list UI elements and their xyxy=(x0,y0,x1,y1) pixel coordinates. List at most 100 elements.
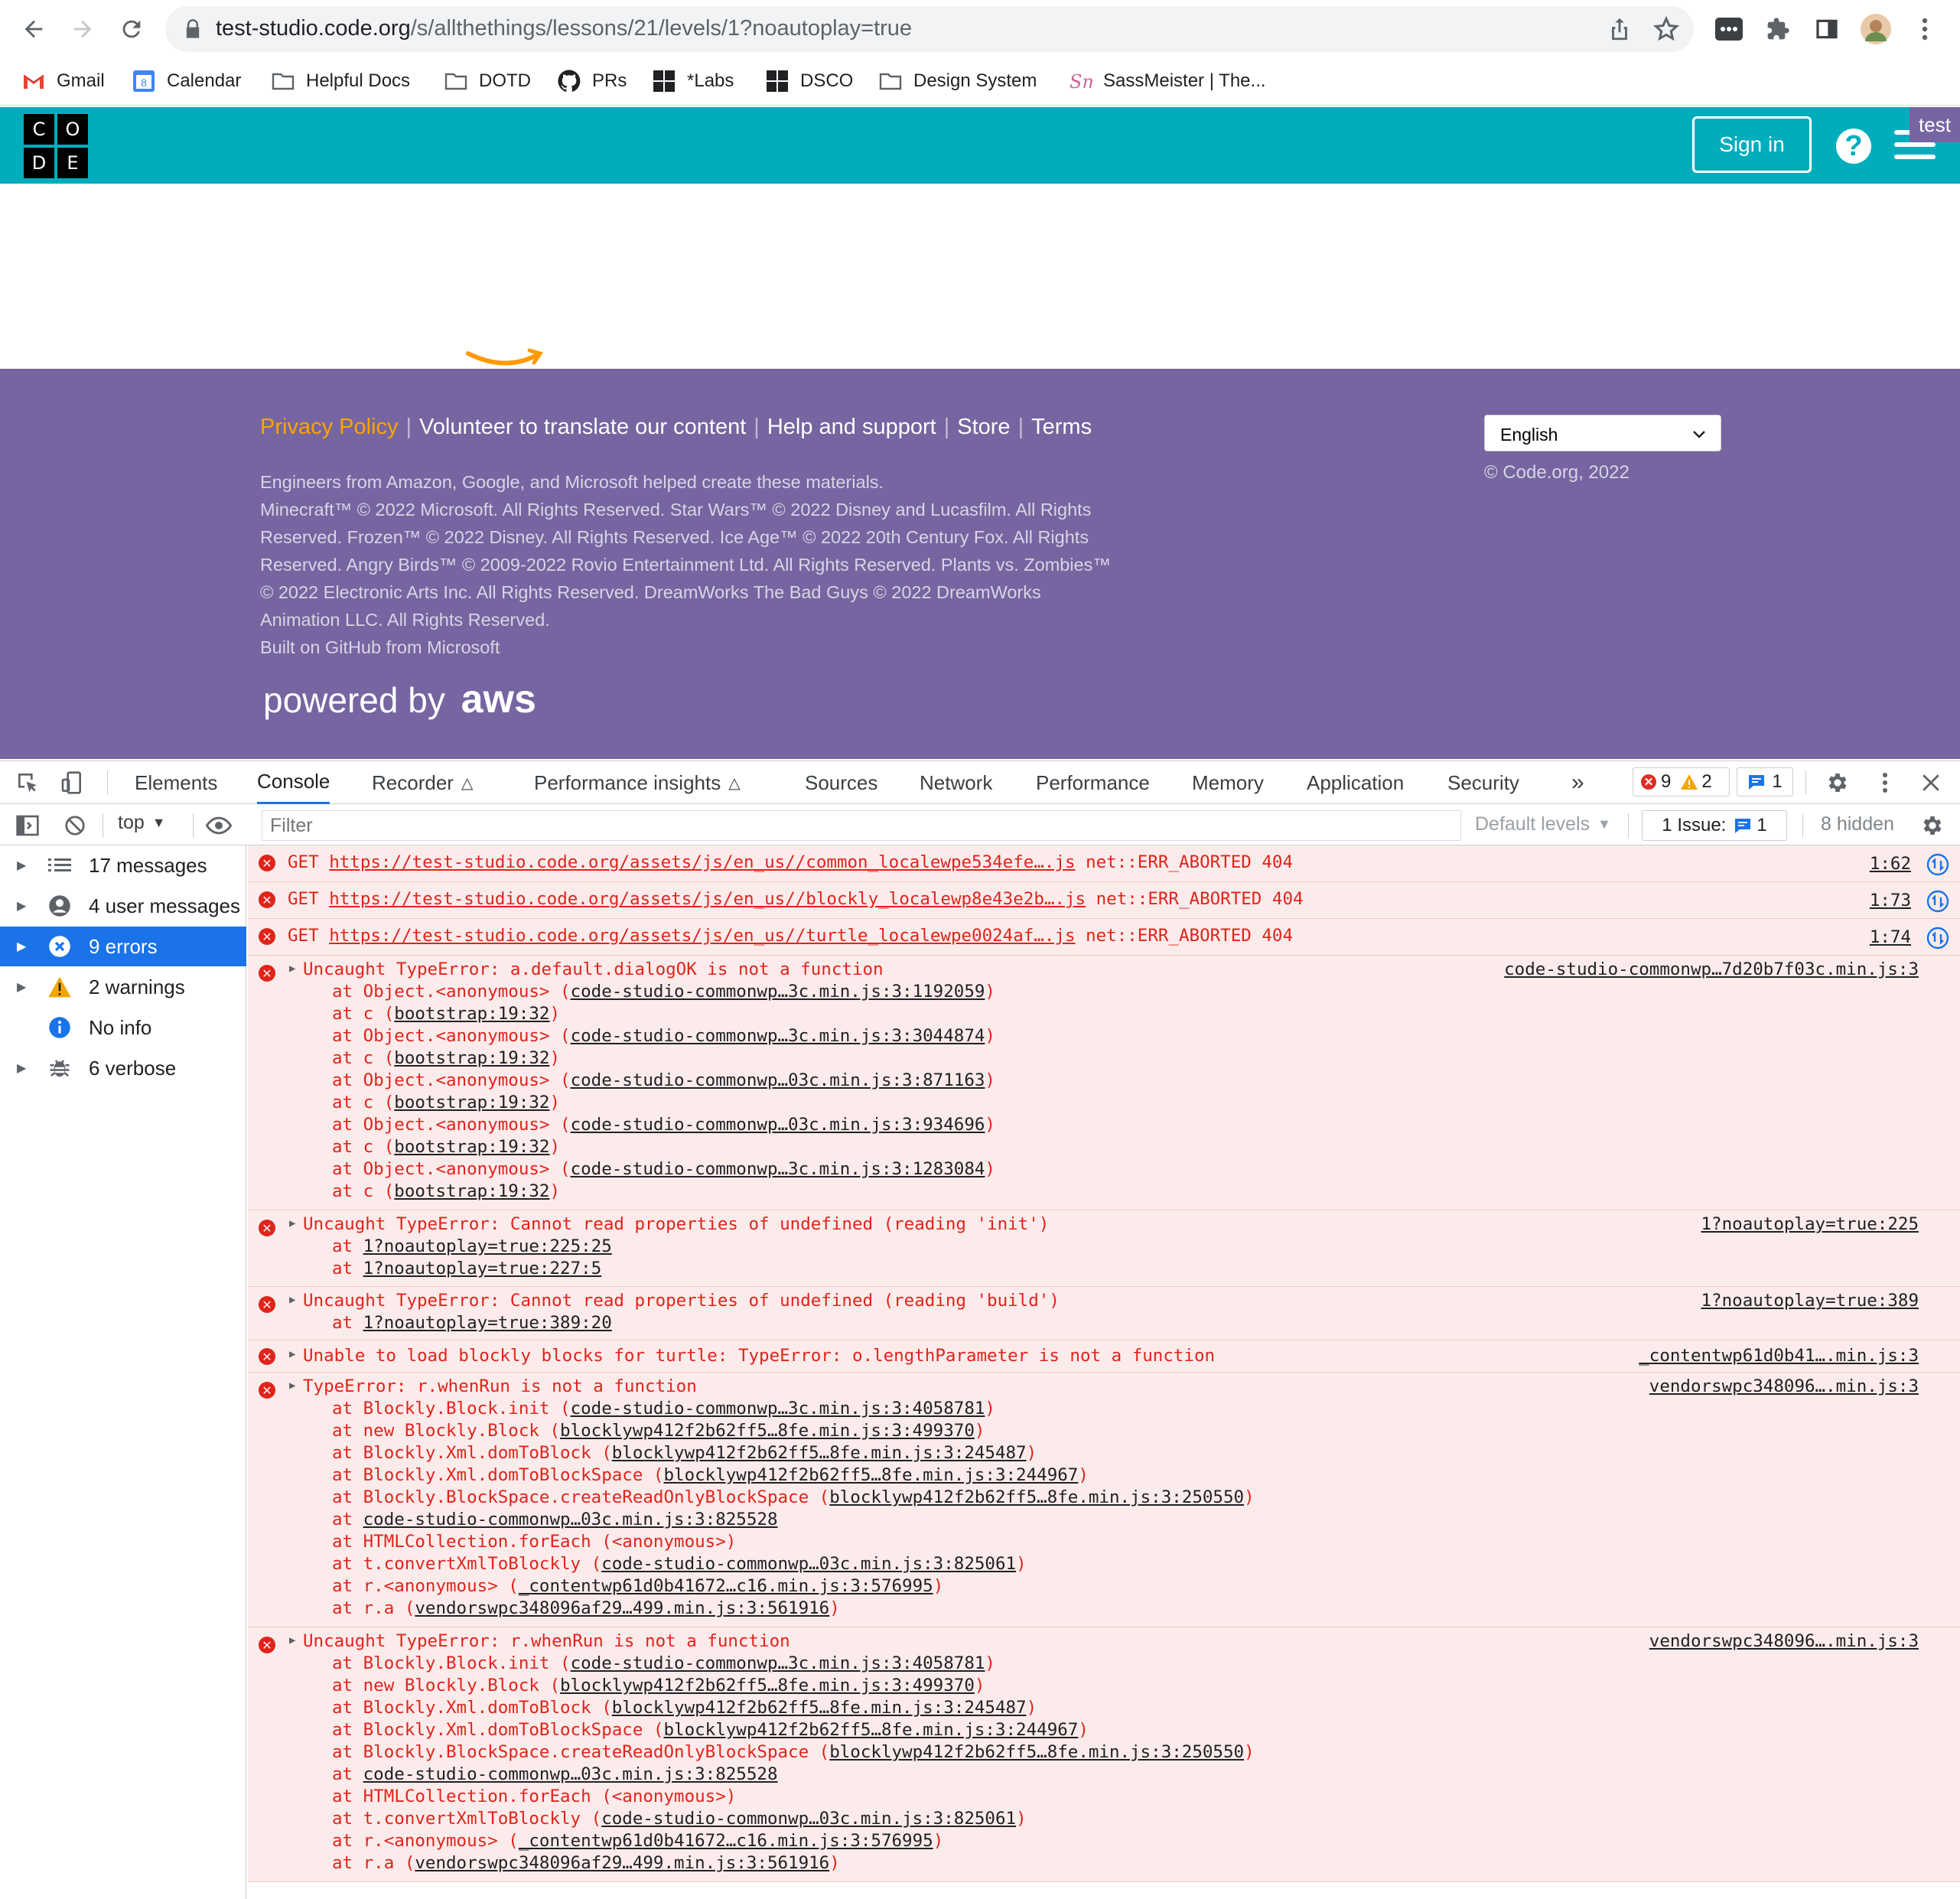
help-support-link[interactable]: Help and support xyxy=(767,415,936,439)
network-panel-icon[interactable] xyxy=(1926,853,1949,876)
sidebar-item-errors[interactable]: ▶ 9 errors xyxy=(0,927,246,966)
stack-source-link[interactable]: code-studio-commonwp…3c.min.js:3:4058781 xyxy=(571,1653,985,1673)
tab-elements[interactable]: Elements xyxy=(135,761,217,804)
console-error-row[interactable]: ✕ ▶ Uncaught TypeError: r.whenRun is not… xyxy=(248,1627,1960,1882)
source-link[interactable]: 1:62 xyxy=(1870,853,1911,875)
network-panel-icon[interactable] xyxy=(1926,890,1949,913)
sidebar-item-messages[interactable]: ▶ 17 messages xyxy=(0,845,246,885)
sidebar-toggle-icon[interactable] xyxy=(14,812,41,839)
store-link[interactable]: Store xyxy=(957,415,1010,439)
bookmark-labs[interactable]: *Labs xyxy=(652,66,734,96)
stack-source-link[interactable]: code-studio-commonwp…03c.min.js:3:825061 xyxy=(601,1554,1016,1574)
request-url-link[interactable]: https://test-studio.code.org/assets/js/e… xyxy=(329,926,1075,946)
source-link[interactable]: _contentwp61d0b41….min.js:3 xyxy=(1639,1345,1919,1367)
stack-source-link[interactable]: blocklywp412f2b62ff5…8fe.min.js:3:245487 xyxy=(612,1443,1027,1463)
terms-link[interactable]: Terms xyxy=(1031,415,1092,439)
source-link[interactable]: 1:74 xyxy=(1870,927,1911,949)
stack-source-link[interactable]: vendorswpc348096af29…499.min.js:3:561916 xyxy=(415,1598,829,1618)
console-error-row[interactable]: ✕ ▶ Uncaught TypeError: Cannot read prop… xyxy=(248,1287,1960,1340)
address-bar[interactable]: test-studio.code.org/s/allthethings/less… xyxy=(165,6,1694,52)
password-manager-icon[interactable] xyxy=(1714,14,1744,44)
expand-triangle-icon[interactable]: ▶ xyxy=(289,1634,295,1647)
source-link[interactable]: 1:73 xyxy=(1870,890,1911,912)
stack-source-link[interactable]: 1?noautoplay=true:389:20 xyxy=(363,1313,612,1333)
expand-triangle-icon[interactable]: ▶ xyxy=(289,1294,295,1306)
console-error-row[interactable]: ✕ ▶ Uncaught TypeError: Cannot read prop… xyxy=(248,1210,1960,1287)
stack-source-link[interactable]: code-studio-commonwp…03c.min.js:3:871163 xyxy=(571,1070,985,1090)
stack-source-link[interactable]: blocklywp412f2b62ff5…8fe.min.js:3:250550 xyxy=(829,1487,1244,1507)
stack-source-link[interactable]: code-studio-commonwp…3c.min.js:3:4058781 xyxy=(571,1399,985,1419)
tab-sources[interactable]: Sources xyxy=(805,761,877,804)
bookmark-dsco[interactable]: DSCO xyxy=(765,66,853,96)
sidebar-item-info[interactable]: No info xyxy=(0,1008,246,1047)
stack-source-link[interactable]: bootstrap:19:32 xyxy=(394,1093,549,1112)
source-link[interactable]: vendorswpc348096….min.js:3 xyxy=(1649,1376,1919,1398)
tab-network[interactable]: Network xyxy=(920,761,992,804)
stack-source-link[interactable]: vendorswpc348096af29…499.min.js:3:561916 xyxy=(415,1853,829,1873)
source-link[interactable]: 1?noautoplay=true:389 xyxy=(1701,1290,1919,1312)
console-error-row[interactable]: ✕ ▶ Unable to load blockly blocks for tu… xyxy=(248,1340,1960,1373)
stack-source-link[interactable]: code-studio-commonwp…03c.min.js:3:825528 xyxy=(363,1510,778,1529)
bookmark-prs[interactable]: PRs xyxy=(557,66,627,96)
tab-security[interactable]: Security xyxy=(1447,761,1519,804)
stack-source-link[interactable]: bootstrap:19:32 xyxy=(394,1004,549,1024)
context-select[interactable]: top ▼ xyxy=(118,812,166,834)
stack-source-link[interactable]: bootstrap:19:32 xyxy=(394,1181,549,1201)
console-error-row[interactable]: ✕ GET https://test-studio.code.org/asset… xyxy=(248,882,1960,919)
stack-source-link[interactable]: code-studio-commonwp…3c.min.js:3:1283084 xyxy=(571,1159,985,1179)
customize-menu-icon[interactable] xyxy=(1871,769,1899,796)
clear-console-icon[interactable] xyxy=(61,812,89,839)
console-error-row[interactable]: ✕ ▶ Uncaught TypeError: a.default.dialog… xyxy=(248,956,1960,1210)
stack-source-link[interactable]: blocklywp412f2b62ff5…8fe.min.js:3:244967 xyxy=(663,1720,1078,1740)
help-icon[interactable]: ? xyxy=(1836,129,1871,164)
stack-source-link[interactable]: bootstrap:19:32 xyxy=(394,1137,549,1157)
log-levels-select[interactable]: Default levels ▼ xyxy=(1475,813,1611,835)
more-tabs-button[interactable]: » xyxy=(1571,761,1584,804)
stack-source-link[interactable]: code-studio-commonwp…03c.min.js:3:934696 xyxy=(571,1115,985,1135)
stack-source-link[interactable]: blocklywp412f2b62ff5…8fe.min.js:3:499370 xyxy=(560,1676,975,1695)
share-icon[interactable] xyxy=(1607,16,1633,42)
filter-input[interactable] xyxy=(262,810,1461,841)
expand-triangle-icon[interactable]: ▶ xyxy=(289,1379,295,1392)
extensions-icon[interactable] xyxy=(1763,14,1793,44)
source-link[interactable]: vendorswpc348096….min.js:3 xyxy=(1649,1630,1919,1653)
forward-button[interactable] xyxy=(64,11,101,47)
network-panel-icon[interactable] xyxy=(1926,927,1949,949)
star-icon[interactable] xyxy=(1652,15,1680,43)
stack-source-link[interactable]: code-studio-commonwp…3c.min.js:3:3044874 xyxy=(571,1026,985,1046)
tab-performance-insights[interactable]: Performance insights △ xyxy=(534,761,741,804)
console-settings-gear-icon[interactable] xyxy=(1919,812,1946,839)
error-warning-counter[interactable]: ✕ 9 2 xyxy=(1633,767,1730,796)
source-link[interactable]: code-studio-commonwp…7d20b7f03c.min.js:3 xyxy=(1504,959,1919,981)
language-select[interactable]: English xyxy=(1484,415,1721,451)
browser-menu-icon[interactable] xyxy=(1910,14,1940,44)
bookmark-sassmeister[interactable]: Sm SassMeister | The... xyxy=(1068,66,1266,96)
stack-source-link[interactable]: _contentwp61d0b41672…c16.min.js:3:576995 xyxy=(519,1831,933,1851)
code-org-logo[interactable]: C O D E xyxy=(23,113,89,179)
bookmark-dotd[interactable]: DOTD xyxy=(444,66,531,96)
sidebar-item-verbose[interactable]: ▶ 6 verbose xyxy=(0,1048,246,1088)
stack-source-link[interactable]: _contentwp61d0b41672…c16.min.js:3:576995 xyxy=(519,1576,933,1596)
sidebar-item-user-messages[interactable]: ▶ 4 user messages xyxy=(0,886,246,926)
inspect-element-icon[interactable] xyxy=(14,769,41,796)
side-panel-icon[interactable] xyxy=(1812,14,1842,44)
request-url-link[interactable]: https://test-studio.code.org/assets/js/e… xyxy=(329,852,1075,872)
issues-counter[interactable]: 1 xyxy=(1737,767,1793,796)
device-toolbar-icon[interactable] xyxy=(58,769,86,796)
bookmark-design-system[interactable]: Design System xyxy=(878,66,1037,96)
console-error-row[interactable]: ✕ ▶ TypeError: r.whenRun is not a functi… xyxy=(248,1373,1960,1627)
console-error-row[interactable]: ✕ GET https://test-studio.code.org/asset… xyxy=(248,919,1960,956)
tab-performance[interactable]: Performance xyxy=(1036,761,1150,804)
bookmark-calendar[interactable]: 8 Calendar xyxy=(132,66,241,96)
stack-source-link[interactable]: blocklywp412f2b62ff5…8fe.min.js:3:250550 xyxy=(829,1742,1244,1762)
github-microsoft-link[interactable]: Built on GitHub from Microsoft xyxy=(260,634,1232,661)
close-icon[interactable] xyxy=(1917,769,1945,796)
request-url-link[interactable]: https://test-studio.code.org/assets/js/e… xyxy=(329,889,1086,909)
tab-console[interactable]: Console xyxy=(257,761,330,804)
console-error-row[interactable]: ✕ GET https://test-studio.code.org/asset… xyxy=(248,845,1960,882)
bookmark-helpful-docs[interactable]: Helpful Docs xyxy=(271,66,410,96)
avatar[interactable] xyxy=(1861,14,1891,44)
stack-source-link[interactable]: blocklywp412f2b62ff5…8fe.min.js:3:244967 xyxy=(663,1465,1078,1485)
stack-source-link[interactable]: 1?noautoplay=true:225:25 xyxy=(363,1236,612,1256)
privacy-policy-link[interactable]: Privacy Policy xyxy=(260,415,399,439)
